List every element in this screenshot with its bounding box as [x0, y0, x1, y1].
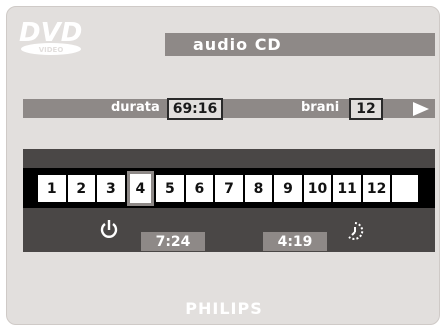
track-cell[interactable]: 7	[215, 175, 243, 202]
track-cell[interactable]: 1	[38, 175, 66, 202]
track-cell[interactable]: 11	[333, 175, 361, 202]
track-cell[interactable]: 6	[185, 175, 214, 202]
elapsed-time: 7:24	[141, 232, 205, 251]
remaining-time: 4:19	[263, 232, 327, 251]
track-selector: 1 2 3 4 5 6 7 8 9 10 11 12 7:24 4:19	[23, 149, 435, 252]
track-cell[interactable]: 2	[67, 175, 96, 202]
clock-icon	[345, 221, 365, 247]
osd-panel: DVD VIDEO audio CD durata 69:16 brani 12…	[6, 6, 440, 325]
track-cell[interactable]: 3	[97, 175, 125, 202]
dvd-video-logo: DVD VIDEO	[15, 15, 95, 59]
screen: DVD VIDEO audio CD durata 69:16 brani 12…	[0, 0, 445, 331]
track-cell[interactable]: 12	[362, 175, 391, 202]
track-cell[interactable]: 8	[244, 175, 273, 202]
track-cell[interactable]: 10	[303, 175, 332, 202]
track-list: 1 2 3 4 5 6 7 8 9 10 11 12	[38, 171, 420, 206]
track-cell[interactable]: 4	[126, 171, 155, 206]
power-icon	[99, 219, 119, 245]
brand-logo: PHILIPS	[185, 299, 263, 318]
dvd-logo-subtext: VIDEO	[39, 46, 64, 54]
disc-type-title: audio CD	[193, 35, 282, 54]
tracks-count: 12	[349, 98, 383, 120]
disc-info-bar: durata 69:16 brani 12	[23, 98, 435, 120]
duration-label: durata	[111, 100, 160, 115]
track-cell[interactable]: 5	[156, 175, 184, 202]
title-bar: audio CD	[165, 33, 435, 56]
duration-value: 69:16	[167, 98, 223, 120]
tracks-label: brani	[301, 100, 340, 115]
track-cell[interactable]: 9	[274, 175, 302, 202]
track-cell-empty	[392, 175, 419, 202]
play-arrow-icon[interactable]	[413, 102, 429, 116]
